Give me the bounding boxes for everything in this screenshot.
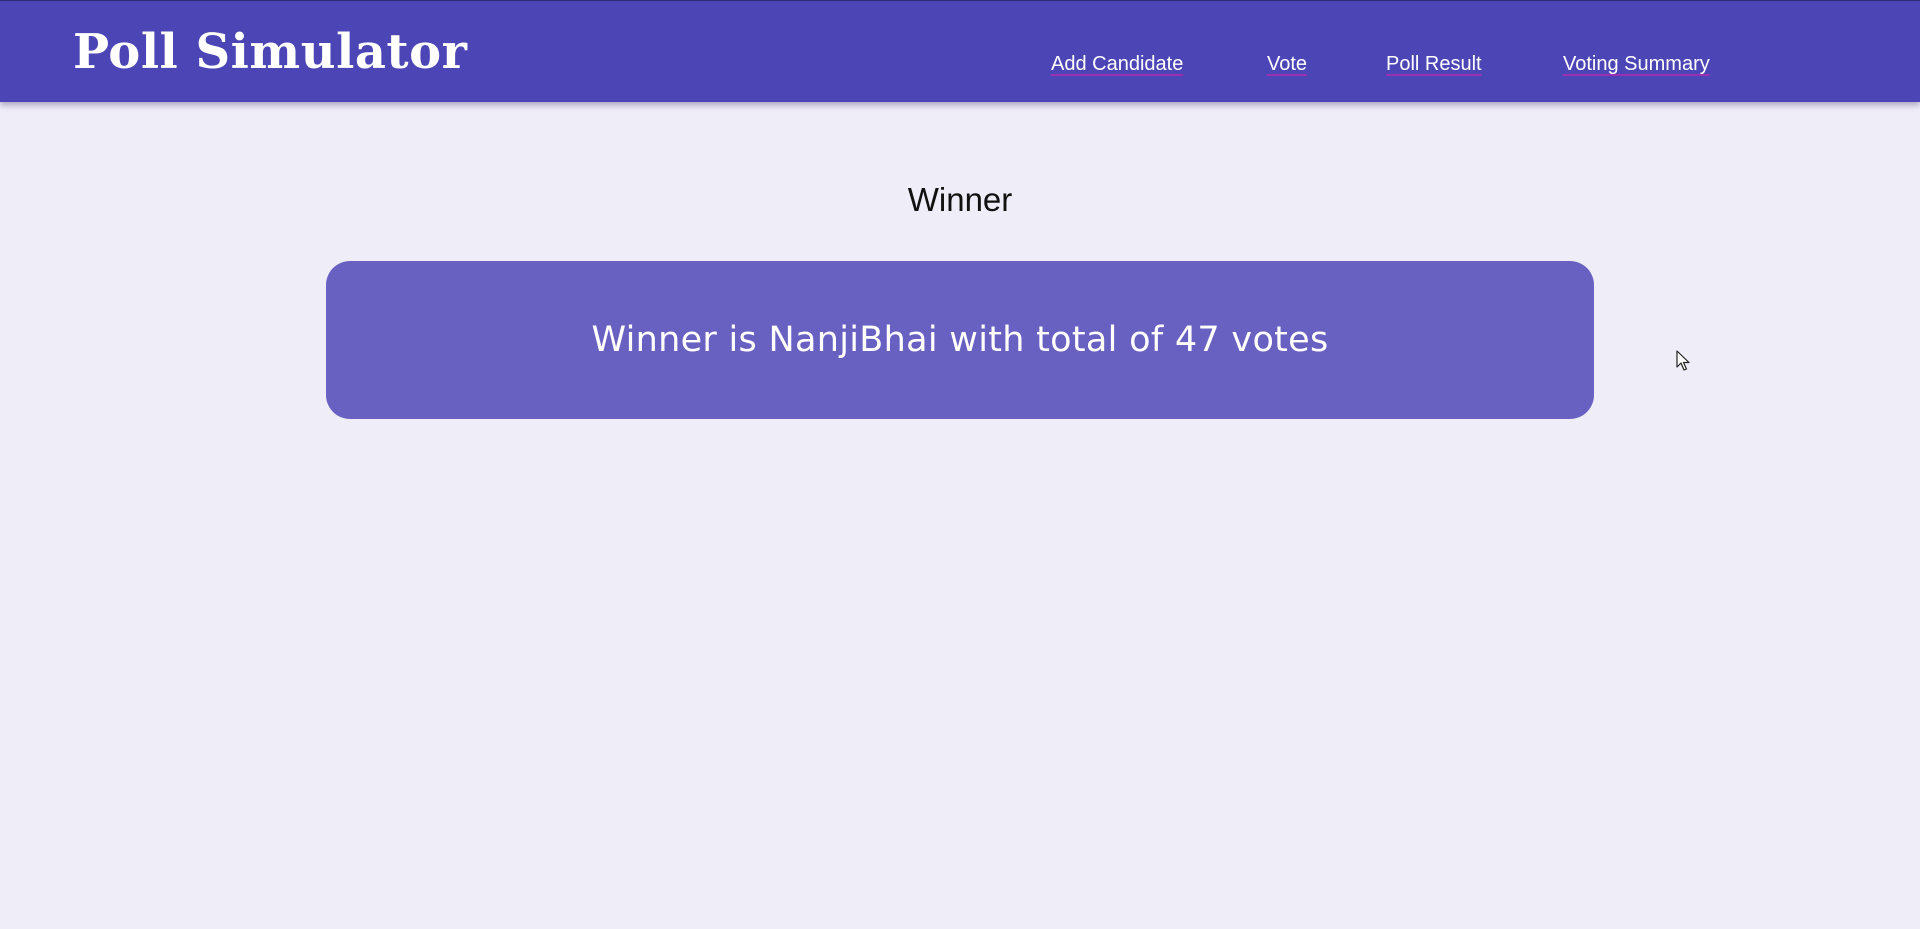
winner-message: Winner is NanjiBhai with total of 47 vot… [591,320,1329,360]
nav-link-vote[interactable]: Vote [1267,51,1307,77]
nav-link-add-candidate[interactable]: Add Candidate [1051,51,1183,77]
nav-link-poll-result[interactable]: Poll Result [1386,51,1482,77]
nav-link-voting-summary[interactable]: Voting Summary [1563,51,1710,77]
mouse-pointer-icon [1676,350,1690,371]
nav-links: Add Candidate Vote Poll Result Voting Su… [0,51,1920,81]
winner-card: Winner is NanjiBhai with total of 47 vot… [326,261,1594,419]
navbar: Poll Simulator Add Candidate Vote Poll R… [0,0,1920,102]
page-title: Winner [907,181,1013,218]
